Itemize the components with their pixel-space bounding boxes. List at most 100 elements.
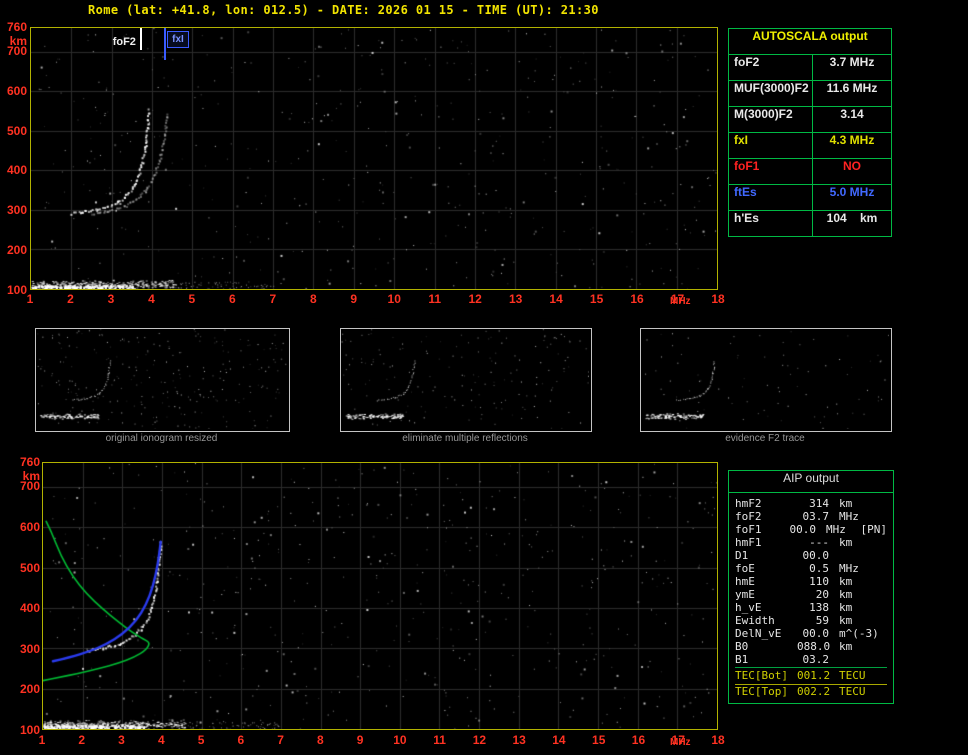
aip-cell-label: Ewidth [735,614,775,627]
x-axis-unit: MHz [670,737,691,748]
autoscala-row-value: 3.7 MHz [829,55,875,69]
aip-cell-label: TEC[Bot] [735,669,788,682]
y-tick-200: 200 [19,682,40,697]
x-tick-3: 3 [118,733,125,747]
aip-row-yme: ymE 20 km [735,588,887,601]
aip-cell-unit: km [839,614,853,627]
bottom-y-axis-labels: 760 700 600 500 400 300 200 100 km [4,455,40,737]
x-tick-2: 2 [78,733,86,747]
bottom-ionogram-canvas [43,463,717,729]
aip-cell-label: DelN_vE [735,627,782,640]
aip-rows: hmF2 314 km foF2 03.7 MHz foF1 00.0 MHz [PN] hmF1-… [729,493,893,703]
aip-cell-value: 03.2 [802,653,830,666]
autoscala-row-label: MUF(3000)F2 [729,81,813,106]
aip-cell-value: 00.0 [789,523,817,536]
y-tick-500: 500 [19,560,40,575]
x-tick-14: 14 [549,292,563,306]
aip-row-d1: D1 00.0 [735,549,887,562]
autoscala-row-label: M(3000)F2 [729,107,813,132]
aip-cell-unit: km [839,601,853,614]
aip-cell-unit [839,549,879,562]
aip-cell-unit: km [839,497,853,510]
thumbnail-evidence-caption: evidence F2 trace [725,433,805,444]
y-axis-unit: km [22,469,40,483]
x-tick-4: 4 [148,292,155,306]
x-tick-8: 8 [309,292,317,306]
x-tick-13: 13 [512,733,526,747]
aip-cell-label: foF2 [735,510,762,523]
aip-cell-extra [879,562,887,575]
autoscala-row-value: 5.0 MHz [829,185,875,199]
aip-cell-extra [879,668,887,684]
autoscala-row-value: 4.3 MHz [829,133,875,147]
aip-row-hme: hmE 110 km [735,575,887,588]
thumbnail-evidence-canvas [641,329,889,429]
aip-cell-value: 110 [809,575,829,588]
aip-cell-label: TEC[Top] [735,685,788,698]
aip-cell-unit: km [839,640,853,653]
aip-cell-value: 0.5 [809,562,829,575]
bottom-x-axis-labels: 1 2 3 4 5 6 7 8 9 10 11 12 13 14 15 16 17 18 MHz [39,733,725,749]
aip-cell-extra [879,588,887,601]
x-tick-6: 6 [237,733,245,747]
aip-output-panel: AIP output hmF2 314 km foF2 03.7 MHz foF1 00.0 M… [728,470,894,704]
aip-cell-unit: km [839,536,853,549]
thumbnail-original-ionogram [35,328,290,432]
aip-cell-unit: TECU [839,685,866,698]
x-tick-2: 2 [67,292,74,306]
aip-row-tectop: TEC[Top] 002.2 TECU [735,685,887,698]
autoscala-row-value: 11.6 MHz [826,81,878,95]
fxi-label: fxI [167,31,189,48]
aip-cell-unit: m^(-3) [839,627,879,640]
aip-row-fof2: foF2 03.7 MHz [735,510,887,523]
x-tick-10: 10 [387,292,401,306]
aip-row-ewidth: Ewidth 59 km [735,614,887,627]
autoscala-row-m3000f2: M(3000)F2 3.14 [729,107,891,133]
aip-row-b1: B1 03.2 [735,653,887,666]
autoscala-window: Rome (lat: +41.8, lon: 012.5) - DATE: 20… [0,0,968,755]
x-tick-16: 16 [630,292,644,306]
x-tick-11: 11 [428,292,442,306]
aip-cell-extra [879,614,887,627]
aip-cell-unit: km [839,575,853,588]
x-tick-7: 7 [277,733,284,747]
autoscala-output-panel: AUTOSCALA output foF2 3.7 MHz MUF(3000)F… [728,28,892,237]
aip-cell-value: --- [809,536,829,549]
thumbnail-original-canvas [36,329,287,429]
y-tick-200: 200 [6,243,27,258]
autoscala-row-label: h'Es [729,211,813,236]
fxi-marker-line [164,28,167,60]
x-tick-9: 9 [356,733,364,747]
aip-cell-label: D1 [735,549,749,562]
top-x-axis-labels: 1 2 3 4 5 6 7 8 9 10 11 12 13 14 15 16 17 18 MHz [27,292,725,308]
thumbnail-original-caption: original ionogram resized [105,433,218,444]
aip-cell-value: 00.0 [802,549,830,562]
aip-row-foe: foE 0.5 MHz [735,562,887,575]
aip-cell-extra [879,497,887,510]
aip-cell-value: 59 [815,614,829,627]
y-tick-600: 600 [6,83,27,98]
aip-header: AIP output [729,471,893,493]
aip-cell-unit: km [839,588,853,601]
aip-cell-label: B0 [735,640,749,653]
x-tick-3: 3 [107,292,115,306]
aip-cell-label: hmF2 [735,497,762,510]
aip-cell-value: 20 [815,588,829,601]
autoscala-row-value: 3.14 [840,107,864,121]
top-ionogram-canvas [31,28,717,289]
x-tick-10: 10 [393,733,407,747]
aip-cell-value: 001.2 [797,669,831,682]
aip-cell-unit: MHz [826,523,846,536]
autoscala-row-hes: h'Es 104 km [729,211,891,236]
aip-cell-label: foE [735,562,755,575]
autoscala-row-ftes: ftEs 5.0 MHz [729,185,891,211]
page-title: Rome (lat: +41.8, lon: 012.5) - DATE: 20… [88,3,599,17]
aip-cell-extra [879,685,887,698]
x-tick-18: 18 [711,733,725,747]
aip-cell-value: 002.2 [797,685,831,698]
aip-cell-extra [879,510,887,523]
aip-cell-unit: TECU [839,669,866,682]
aip-cell-extra [879,640,887,653]
aip-cell-unit: MHz [839,562,859,575]
top-ionogram-plot: foF2 fxI [30,27,718,290]
